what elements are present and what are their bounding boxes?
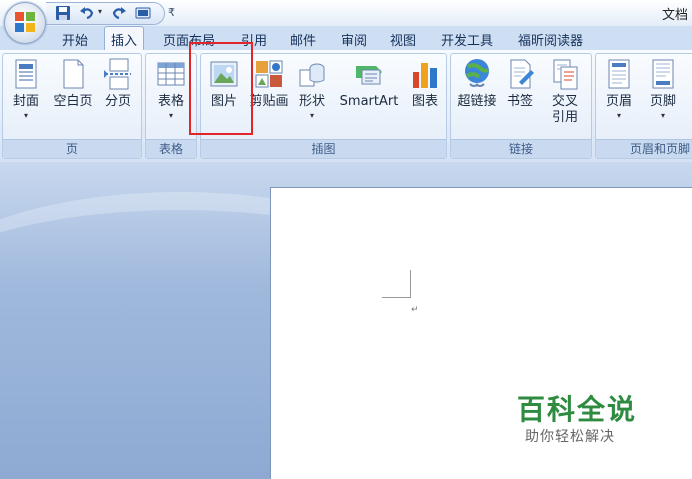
tab-home[interactable]: 开始 xyxy=(62,30,88,49)
smartart-icon xyxy=(356,66,382,85)
cover-page-icon xyxy=(15,59,37,89)
clip-art-button[interactable]: 剪贴画 xyxy=(249,58,289,110)
chart-label: 图表 xyxy=(411,94,438,109)
ribbon-tabs: 开始 插入 页面布局 引用 邮件 审阅 视图 开发工具 福昕阅读器 xyxy=(0,26,692,50)
margin-corner-vertical xyxy=(410,270,411,298)
hyperlink-label: 超链接 xyxy=(457,94,497,109)
shapes-dropdown-icon: ▾ xyxy=(309,111,314,120)
group-links: 超链接 书签 交叉 引用 链接 xyxy=(450,53,592,159)
cross-reference-icon xyxy=(553,59,578,90)
bookmark-label: 书签 xyxy=(506,94,533,109)
group-illustrations-label: 插图 xyxy=(201,139,446,158)
cross-reference-button[interactable]: 交叉 引用 xyxy=(543,58,587,126)
office-button[interactable] xyxy=(4,2,46,44)
document-title: 文档 xyxy=(661,8,688,23)
table-button[interactable]: 表格 ▾ xyxy=(154,58,188,122)
smartart-label: SmartArt xyxy=(339,94,399,109)
blank-page-icon xyxy=(63,59,84,89)
table-dropdown-icon: ▾ xyxy=(168,111,173,120)
redo-icon[interactable] xyxy=(110,5,128,21)
title-bar: ▾ ₹ 文档 xyxy=(0,0,692,26)
undo-dropdown-icon[interactable]: ▾ xyxy=(98,7,102,16)
header-icon xyxy=(608,59,630,89)
tab-review[interactable]: 审阅 xyxy=(341,30,367,49)
blank-page-button[interactable]: 空白页 xyxy=(51,58,95,110)
undo-icon[interactable] xyxy=(78,5,96,21)
document-page[interactable]: ↵ 百科全说 助你轻松解决 xyxy=(270,187,692,479)
clip-art-icon xyxy=(255,60,283,88)
tab-developer[interactable]: 开发工具 xyxy=(441,30,493,49)
bookmark-icon xyxy=(510,59,534,89)
smartart-button[interactable]: SmartArt xyxy=(335,58,403,110)
picture-highlight-box xyxy=(189,42,253,135)
shapes-button[interactable]: 形状 ▾ xyxy=(295,58,329,122)
page-break-icon xyxy=(104,58,131,90)
quick-access-toolbar: ▾ xyxy=(46,2,165,25)
blank-page-label: 空白页 xyxy=(53,94,93,109)
tab-foxit-reader[interactable]: 福昕阅读器 xyxy=(518,30,583,49)
save-icon[interactable] xyxy=(54,5,72,21)
chart-button[interactable]: 图表 xyxy=(407,58,443,110)
document-workspace: ↵ 百科全说 助你轻松解决 xyxy=(0,162,692,479)
cross-reference-label-line2: 引用 xyxy=(551,110,578,125)
hyperlink-icon xyxy=(465,59,489,87)
clip-art-label: 剪贴画 xyxy=(249,94,289,109)
group-header-footer-label: 页眉和页脚 xyxy=(596,139,692,158)
header-button[interactable]: 页眉 ▾ xyxy=(602,58,636,122)
hyperlink-button[interactable]: 超链接 xyxy=(455,58,499,110)
footer-button[interactable]: 页脚 ▾ xyxy=(646,58,680,122)
header-label: 页眉 xyxy=(605,94,632,109)
print-preview-icon[interactable] xyxy=(134,5,152,21)
footer-dropdown-icon: ▾ xyxy=(660,111,665,120)
footer-label: 页脚 xyxy=(649,94,676,109)
tab-view[interactable]: 视图 xyxy=(390,30,416,49)
group-links-label: 链接 xyxy=(451,139,591,158)
cross-reference-label-line1: 交叉 xyxy=(551,94,578,109)
watermark-subtitle: 助你轻松解决 xyxy=(525,429,615,445)
group-tables-label: 表格 xyxy=(146,139,196,158)
bookmark-button[interactable]: 书签 xyxy=(503,58,537,110)
header-dropdown-icon: ▾ xyxy=(616,111,621,120)
margin-corner-horizontal xyxy=(382,297,410,298)
table-icon xyxy=(157,62,185,86)
cover-page-label: 封面 xyxy=(12,94,39,109)
tab-insert[interactable]: 插入 xyxy=(104,26,145,50)
group-pages: 封面 ▾ 空白页 分页 页 xyxy=(2,53,142,159)
shapes-label: 形状 xyxy=(298,94,325,109)
footer-icon xyxy=(652,59,674,89)
cover-page-button[interactable]: 封面 ▾ xyxy=(9,58,43,122)
shapes-icon xyxy=(299,63,325,87)
watermark-title: 百科全说 xyxy=(517,393,638,426)
cover-page-dropdown-icon: ▾ xyxy=(23,111,28,120)
page-break-label: 分页 xyxy=(104,94,131,109)
table-label: 表格 xyxy=(157,94,184,109)
page-break-button[interactable]: 分页 xyxy=(101,58,135,110)
customize-qat-icon[interactable]: ₹ xyxy=(168,6,175,19)
group-header-footer: 页眉 ▾ 页脚 ▾ 页眉和页脚 xyxy=(595,53,692,159)
chart-icon xyxy=(413,63,437,88)
group-pages-label: 页 xyxy=(3,139,141,158)
office-logo-icon xyxy=(15,12,35,32)
paragraph-mark: ↵ xyxy=(411,305,419,315)
tab-mailings[interactable]: 邮件 xyxy=(290,30,316,49)
ribbon: 封面 ▾ 空白页 分页 页 表格 ▾ 表格 图片 剪贴画 形状 ▾ SmartA… xyxy=(0,50,692,163)
